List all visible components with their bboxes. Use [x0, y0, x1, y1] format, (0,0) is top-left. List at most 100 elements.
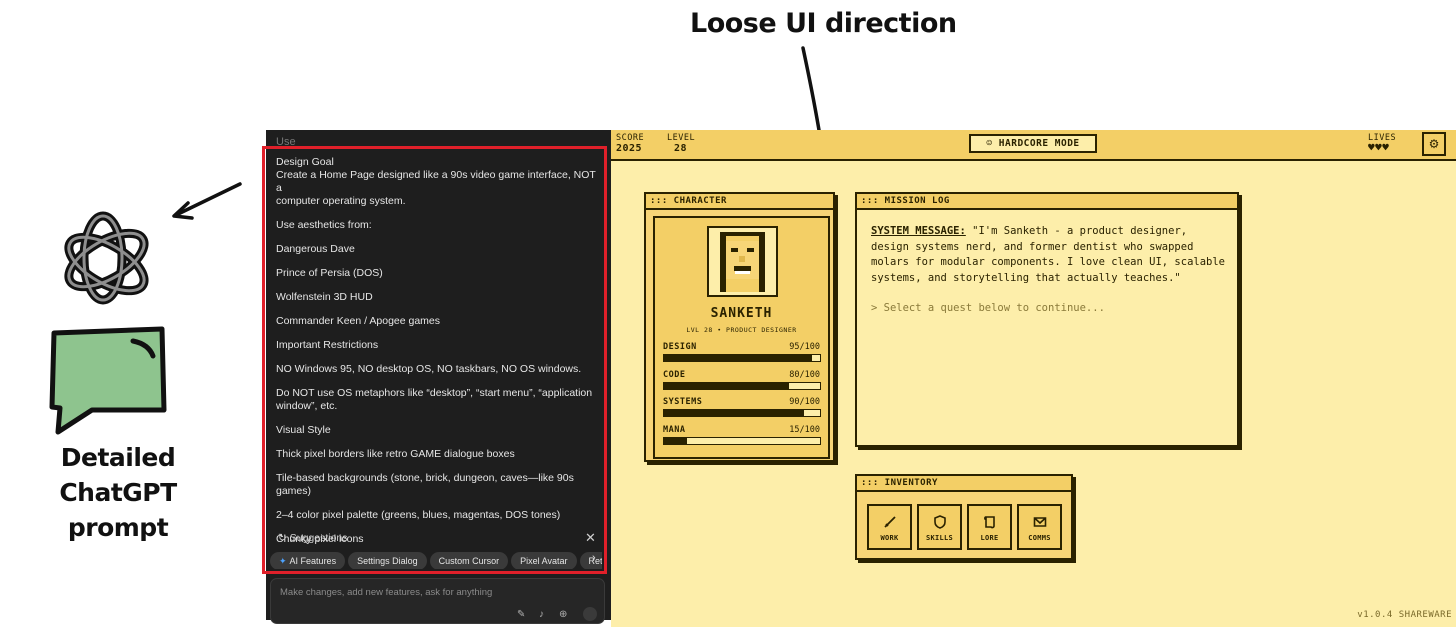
system-message-label: SYSTEM MESSAGE: [871, 225, 966, 237]
character-panel-header: ::: CHARACTER [646, 194, 833, 210]
speech-bubble-icon [49, 326, 167, 435]
sparkle-icon: ✦ [279, 556, 287, 566]
caption-line-1: Detailed ChatGPT [59, 443, 177, 507]
prompt-line: Important Restrictions [276, 339, 379, 351]
add-icon[interactable]: ⊕ [559, 609, 567, 620]
hardcore-mode-badge[interactable]: ☺ HARDCORE MODE [969, 134, 1097, 153]
prompt-line: Wolfenstein 3D HUD [276, 291, 373, 303]
stat-value: 15/100 [789, 425, 820, 435]
chip-label: AI Features [289, 556, 337, 566]
version-label: v1.0.4 SHAREWARE [1357, 610, 1452, 620]
chip-ai-features[interactable]: ✦ AI Features [270, 552, 346, 569]
prompt-line: Dangerous Dave [276, 243, 355, 255]
prompt-line: 2–4 color pixel palette (greens, blues, … [276, 509, 561, 521]
stat-name: SYSTEMS [663, 397, 703, 407]
prompt-line: Visual Style [276, 424, 331, 436]
prompt-line: Tile-based backgrounds (stone, brick, du… [276, 472, 574, 497]
suggestions-close-icon[interactable]: ✕ [585, 530, 596, 546]
stat-value: 90/100 [789, 397, 820, 407]
score-label: SCORE [616, 133, 645, 143]
lives-hearts: ♥♥♥ [1368, 141, 1390, 154]
chip-label: Custom Cursor [438, 556, 500, 566]
inventory-panel: ::: INVENTORY WORK SKILLS LORE COMMS [855, 474, 1073, 560]
arrowhead-to-logo [172, 201, 194, 220]
caption-line-2: prompt [67, 513, 169, 542]
inventory-slot-lore[interactable]: LORE [967, 504, 1012, 550]
stat-bar-design [663, 354, 821, 362]
mission-log-panel: ::: MISSION LOG SYSTEM MESSAGE: "I'm San… [855, 192, 1239, 447]
suggestions-label: ↻ Suggestions [278, 532, 348, 544]
shield-icon [919, 514, 960, 533]
stat-value: 80/100 [789, 370, 820, 380]
prompt-text: Design Goal Create a Home Page designed … [276, 156, 596, 546]
stat-bar-mana [663, 437, 821, 445]
chat-input[interactable]: Make changes, add new features, ask for … [270, 578, 605, 624]
character-panel: ::: CHARACTER SANKETH LVL 28 • PRODUCT D… [644, 192, 835, 462]
mail-icon [1019, 514, 1060, 533]
scroll-icon [969, 514, 1010, 533]
stat-value: 95/100 [789, 342, 820, 352]
openai-logo-icon [64, 211, 149, 305]
mission-hint: > Select a quest below to continue... [871, 302, 1105, 314]
prompt-line: Do NOT use OS metaphors like “desktop”, … [276, 387, 593, 399]
stat-bar-code [663, 382, 821, 390]
arrow-to-logo [174, 182, 242, 217]
level-value: 28 [674, 143, 688, 154]
game-hud: SCORE 2025 LEVEL 28 ☺ HARDCORE MODE LIVE… [611, 130, 1456, 161]
suggestions-text: Suggestions [289, 532, 348, 544]
level-label: LEVEL [667, 133, 696, 143]
chip-label: Pixel Avatar [520, 556, 568, 566]
chip-label: Settings Dialog [357, 556, 418, 566]
stat-bar-systems [663, 409, 821, 417]
mission-log-header: ::: MISSION LOG [857, 194, 1237, 210]
magic-wand-icon[interactable]: ✎ [517, 609, 525, 620]
gear-icon: ⚙ [1428, 137, 1440, 151]
settings-gear-button[interactable]: ⚙ [1422, 132, 1446, 156]
chip-settings-dialog[interactable]: Settings Dialog [348, 552, 427, 569]
prompt-line: Create a Home Page designed like a 90s v… [276, 169, 596, 194]
character-card: SANKETH LVL 28 • PRODUCT DESIGNER DESIGN… [653, 216, 830, 459]
chip-pixel-avatar[interactable]: Pixel Avatar [511, 552, 577, 569]
annotation-title: Loose UI direction [690, 8, 957, 39]
inventory-header: ::: INVENTORY [857, 476, 1071, 492]
prompt-line: Prince of Persia (DOS) [276, 267, 383, 279]
inventory-label: COMMS [1028, 534, 1051, 542]
inventory-slot-work[interactable]: WORK [867, 504, 912, 550]
prompt-line: Design Goal [276, 156, 334, 168]
mission-message: SYSTEM MESSAGE: "I'm Sanketh - a product… [871, 224, 1231, 286]
game-preview: SCORE 2025 LEVEL 28 ☺ HARDCORE MODE LIVE… [611, 130, 1456, 627]
chip-custom-cursor[interactable]: Custom Cursor [429, 552, 509, 569]
suggestion-chips: ✦ AI Features Settings Dialog Custom Cursor… [270, 551, 602, 569]
chevron-right-icon[interactable]: › [592, 552, 596, 564]
inventory-label: LORE [980, 534, 999, 542]
inventory-slot-skills[interactable]: SKILLS [917, 504, 962, 550]
prompt-line: NO Windows 95, NO desktop OS, NO taskbar… [276, 363, 582, 375]
stat-fill [664, 383, 789, 389]
inventory-slot-comms[interactable]: COMMS [1017, 504, 1062, 550]
suggestions-icon: ↻ [278, 532, 287, 544]
microphone-icon[interactable]: ♪ [539, 609, 544, 620]
score-value: 2025 [616, 143, 643, 154]
stat-fill [664, 410, 805, 416]
prompt-line: window”, etc. [276, 400, 338, 412]
prompt-line: computer operating system. [276, 195, 406, 207]
pixel-avatar [707, 226, 778, 297]
stat-fill [664, 438, 688, 444]
prompt-line: Use aesthetics from: [276, 219, 372, 231]
character-subtitle: LVL 28 • PRODUCT DESIGNER [686, 326, 797, 334]
send-button[interactable] [583, 607, 597, 621]
inventory-label: WORK [880, 534, 899, 542]
skull-icon: ☺ [986, 138, 993, 149]
stat-name: MANA [663, 425, 686, 435]
avatar-face-icon [720, 232, 765, 292]
prompt-line: Thick pixel borders like retro GAME dial… [276, 448, 515, 460]
sword-icon [869, 514, 910, 533]
annotation-caption: Detailed ChatGPT prompt [0, 440, 236, 545]
stat-name: DESIGN [663, 342, 697, 352]
stat-fill [664, 355, 813, 361]
chip-retro[interactable]: Retro [579, 552, 602, 569]
prompt-line: Commander Keen / Apogee games [276, 315, 441, 327]
chat-input-placeholder: Make changes, add new features, ask for … [280, 587, 493, 598]
prompt-cut-off-text: Use [276, 136, 296, 148]
hardcore-mode-label: HARDCORE MODE [998, 138, 1080, 149]
